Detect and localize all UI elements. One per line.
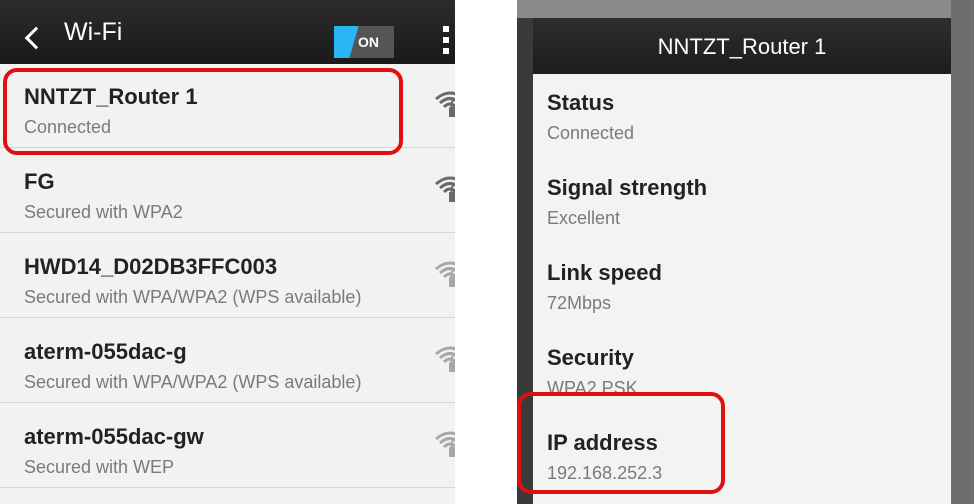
detail-label: Security [547, 345, 634, 370]
action-bar: Wi-Fi ON [0, 0, 455, 64]
wifi-network-status: Connected [24, 117, 112, 137]
wifi-network-status: Secured with WPA/WPA2 (WPS available) [24, 287, 362, 307]
wifi-locked-weak-icon [435, 431, 455, 457]
wifi-locked-weak-icon [435, 261, 455, 287]
wifi-network-status: Secured with WPA2 [24, 202, 183, 222]
wifi-network-item[interactable]: FG Secured with WPA2 [0, 150, 455, 233]
detail-value: 192.168.252.3 [547, 463, 663, 483]
detail-label: Status [547, 90, 615, 115]
wifi-list-screen: Wi-Fi ON NNTZT_Router 1 Connected FG Secure… [0, 0, 455, 504]
detail-value: Excellent [547, 208, 621, 228]
dialog-title: NNTZT_Router 1 [657, 34, 827, 59]
back-chevron-icon [24, 26, 48, 50]
wifi-locked-strong-icon [435, 91, 455, 117]
toggle-indicator [334, 26, 359, 58]
detail-label: Signal strength [547, 175, 708, 200]
wifi-network-name: FG [24, 169, 55, 194]
dialog-header: NNTZT_Router 1 [533, 18, 951, 74]
wifi-network-item[interactable]: aterm-055dac-gw Secured with WEP [0, 405, 455, 488]
detail-label: Link speed [547, 260, 662, 285]
wifi-network-status: Secured with WPA/WPA2 (WPS available) [24, 372, 362, 392]
wifi-network-item[interactable]: aterm-055dac-g Secured with WPA/WPA2 (WPS… [0, 320, 455, 403]
detail-value: 72Mbps [547, 293, 612, 313]
wifi-network-name: aterm-055dac-g [24, 339, 187, 364]
wifi-toggle[interactable]: ON [334, 26, 394, 58]
wifi-network-status: Secured with WEP [24, 457, 175, 477]
wifi-network-item[interactable]: NNTZT_Router 1 Connected [0, 65, 455, 148]
detail-label: IP address [547, 430, 658, 455]
detail-value: Connected [547, 123, 635, 143]
wifi-network-name: aterm-055dac-gw [24, 424, 204, 449]
overflow-menu-icon[interactable] [440, 26, 450, 56]
wifi-locked-strong-icon [435, 176, 455, 202]
wifi-network-name: HWD14_D02DB3FFC003 [24, 254, 278, 279]
network-details-dialog: NNTZT_Router 1 Status Connected Signal str… [533, 18, 951, 504]
screen-title: Wi-Fi [64, 18, 123, 46]
wifi-locked-weak-icon [435, 346, 455, 372]
detail-value: WPA2 PSK [547, 378, 638, 398]
toggle-label: ON [358, 34, 379, 50]
network-details-screen: NNTZT_Router 1 Status Connected Signal str… [517, 0, 974, 504]
wifi-network-item[interactable]: HWD14_D02DB3FFC003 Secured with WPA/WPA2 … [0, 235, 455, 318]
back-button[interactable] [8, 8, 52, 56]
wifi-network-name: NNTZT_Router 1 [24, 84, 198, 109]
